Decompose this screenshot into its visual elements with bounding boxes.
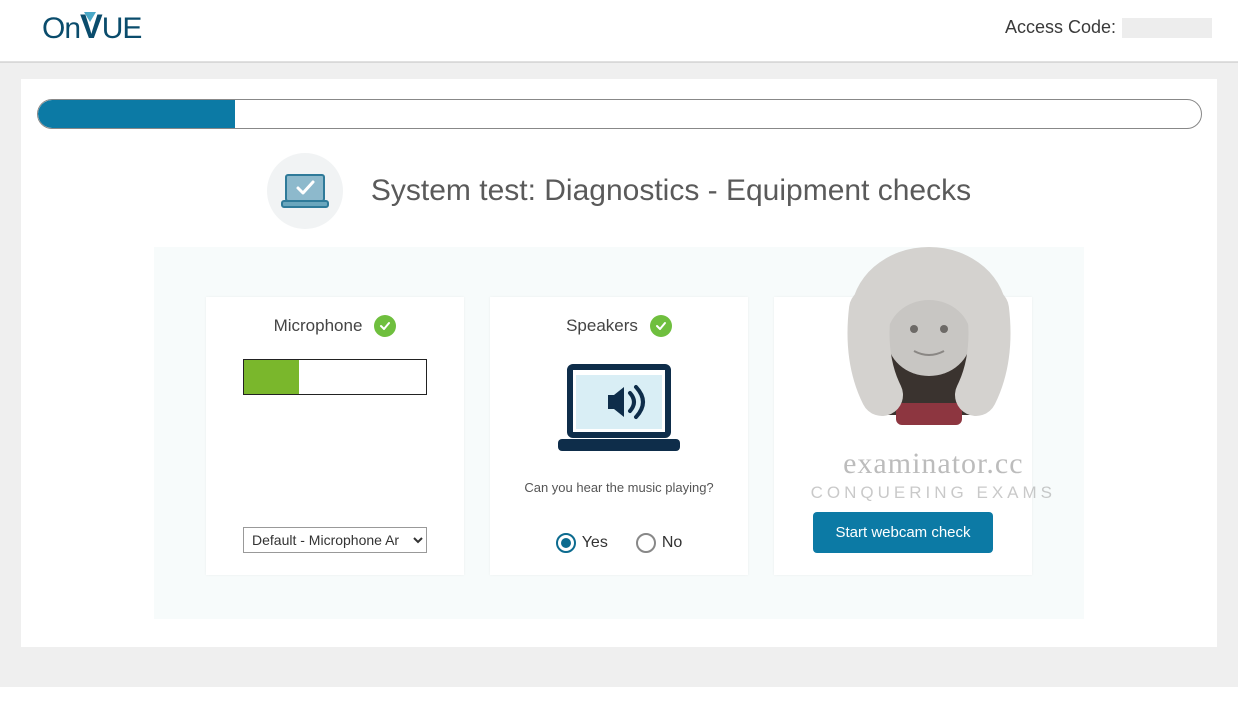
microphone-device-select[interactable]: Default - Microphone Ar [243,527,427,553]
progress-bar [37,99,1202,129]
radio-selected-icon [556,533,576,553]
speakers-radio-yes[interactable]: Yes [556,533,608,553]
access-code-value-redacted [1122,18,1212,38]
speakers-radio-yes-label: Yes [582,534,608,552]
speakers-radio-group: Yes No [556,533,683,553]
webcam-panel: Webcam Start webcam check [774,297,1032,575]
speakers-radio-no[interactable]: No [636,533,682,553]
access-code-label: Access Code: [1005,17,1116,38]
speakers-check-icon [650,315,672,337]
logo-text-on: On [42,12,80,46]
speakers-title: Speakers [566,316,638,336]
microphone-level-fill [244,360,299,394]
logo-triangle-icon [84,12,96,22]
onvue-logo: OnVUE [42,8,141,47]
speakers-panel: Speakers Can you hear the musi [490,297,748,575]
speakers-radio-no-label: No [662,534,682,552]
logo-text-ue: UE [102,12,142,46]
webcam-title: Webcam [870,315,937,335]
access-code-row: Access Code: [1005,17,1212,38]
app-header: OnVUE Access Code: [0,0,1238,62]
speaker-laptop-icon [554,363,684,460]
title-row: System test: Diagnostics - Equipment che… [21,153,1217,229]
page-title: System test: Diagnostics - Equipment che… [371,174,971,208]
equipment-panels: Microphone Default - Microphone Ar Speak… [154,247,1084,619]
microphone-panel: Microphone Default - Microphone Ar [206,297,464,575]
microphone-check-icon [374,315,396,337]
speakers-question: Can you hear the music playing? [524,480,713,495]
radio-unselected-icon [636,533,656,553]
progress-bar-fill [38,100,236,128]
laptop-check-icon [267,153,343,229]
start-webcam-check-button[interactable]: Start webcam check [813,512,992,553]
page-background: System test: Diagnostics - Equipment che… [0,62,1238,687]
microphone-title: Microphone [274,316,363,336]
content-card: System test: Diagnostics - Equipment che… [21,79,1217,647]
microphone-level-meter [243,359,427,395]
